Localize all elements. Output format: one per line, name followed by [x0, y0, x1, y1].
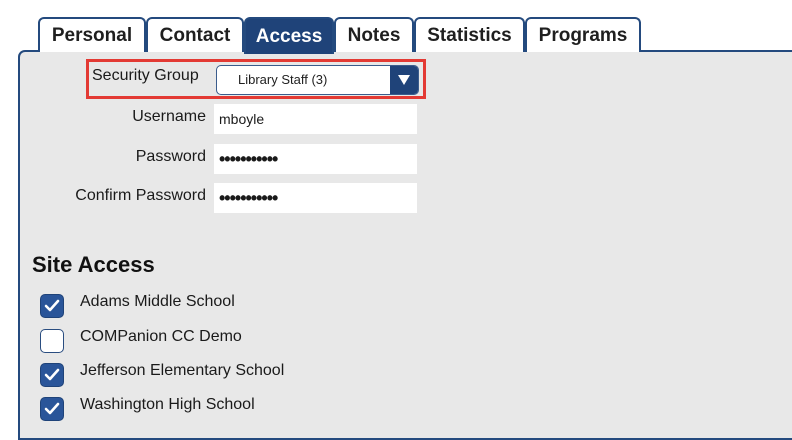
tab-personal[interactable]: Personal: [38, 17, 146, 52]
security-group-value: Library Staff (3): [238, 72, 328, 87]
site-checkbox-companion[interactable]: [40, 329, 64, 353]
site-checkbox-jefferson[interactable]: [40, 363, 64, 387]
password-field[interactable]: •••••••••••: [214, 144, 417, 174]
confirm-password-field[interactable]: •••••••••••: [214, 183, 417, 213]
username-label: Username: [132, 108, 206, 125]
tab-access[interactable]: Access: [244, 17, 334, 54]
username-field[interactable]: mboyle: [214, 104, 417, 134]
tab-programs[interactable]: Programs: [525, 17, 641, 52]
site-label-washington: Washington High School: [80, 396, 255, 413]
site-label-adams: Adams Middle School: [80, 293, 235, 310]
dropdown-arrow-icon[interactable]: [390, 66, 418, 94]
site-checkbox-adams[interactable]: [40, 294, 64, 318]
site-label-companion: COMPanion CC Demo: [80, 328, 242, 345]
site-access-title: Site Access: [32, 252, 155, 277]
checkmark-icon: [44, 299, 60, 312]
checkmark-icon: [44, 368, 60, 381]
site-checkbox-washington[interactable]: [40, 397, 64, 421]
password-label: Password: [135, 148, 206, 165]
site-label-jefferson: Jefferson Elementary School: [80, 362, 285, 379]
tab-statistics[interactable]: Statistics: [414, 17, 525, 52]
access-panel: Security Group Library Staff (3) Usernam…: [18, 50, 792, 440]
checkmark-icon: [44, 402, 60, 415]
tab-contact[interactable]: Contact: [146, 17, 244, 52]
confirm-password-label: Confirm Password: [75, 187, 206, 204]
tab-notes[interactable]: Notes: [334, 17, 414, 52]
security-group-label: Security Group: [92, 67, 199, 84]
security-group-select[interactable]: Library Staff (3): [216, 65, 419, 95]
